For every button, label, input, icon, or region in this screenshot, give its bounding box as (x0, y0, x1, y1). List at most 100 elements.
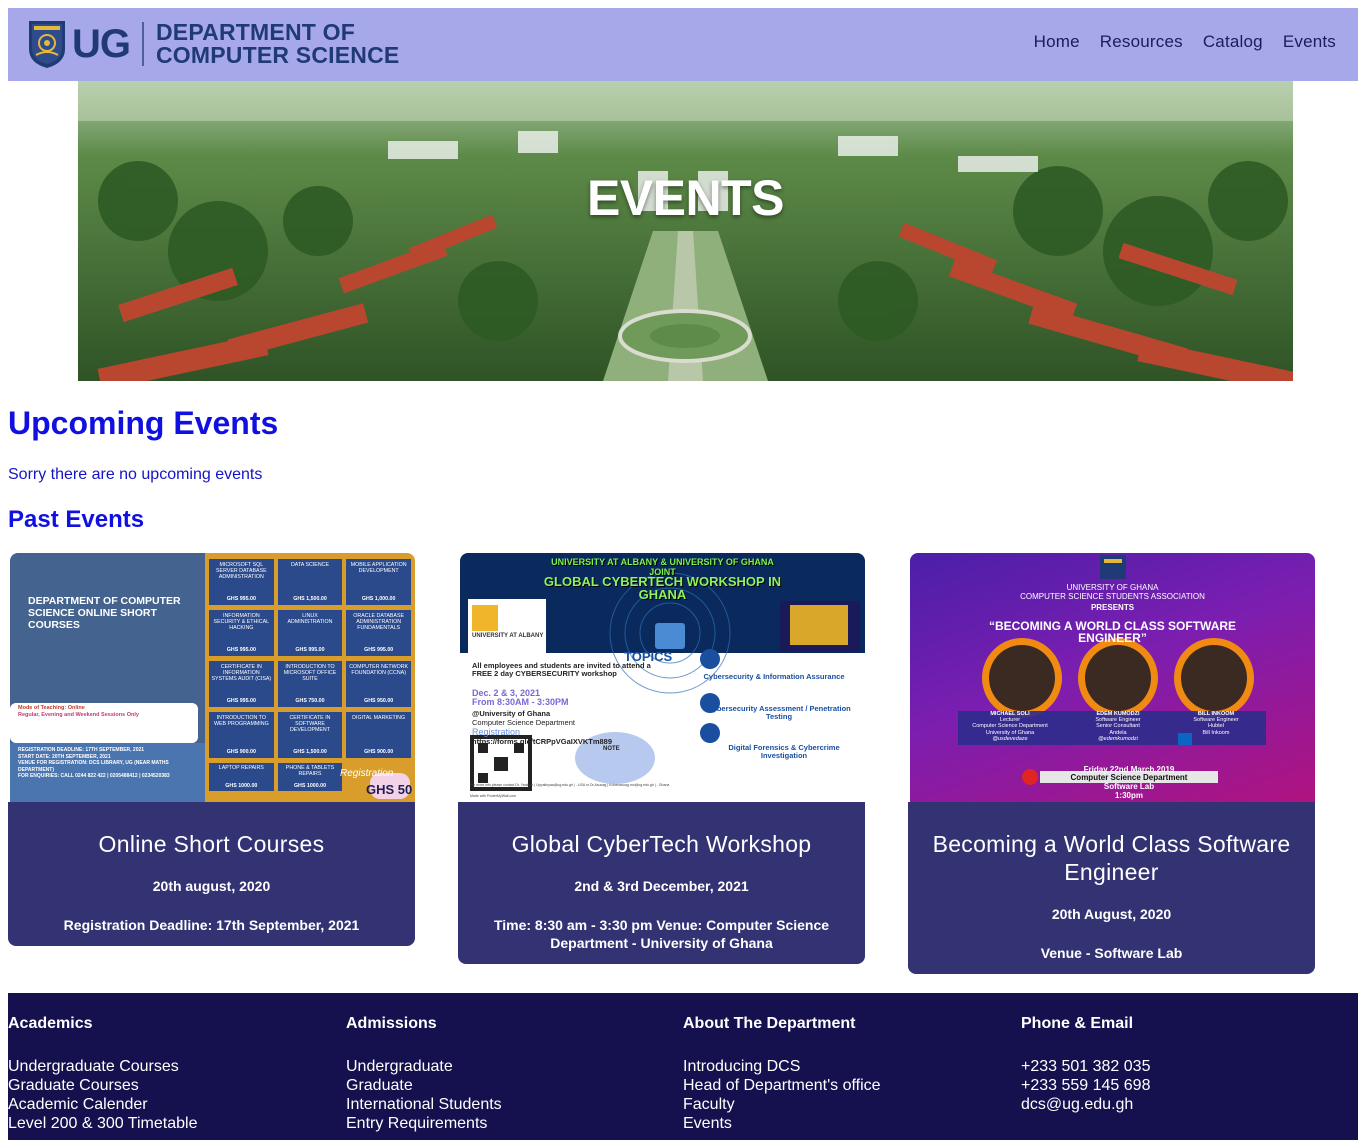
event-date: 20th august, 2020 (152, 878, 271, 894)
event-card-online-short-courses[interactable]: DEPARTMENT OF COMPUTER SCIENCE ONLINE SH… (8, 553, 415, 946)
footer-column-contact: Phone & Email +233 501 382 035 +233 559 … (1021, 1015, 1351, 1114)
poster-registration-link: https://forms.gle/tCRPpVGaIXVKTm889 (472, 737, 613, 746)
footer-link[interactable]: Level 200 & 300 Timetable (8, 1114, 338, 1133)
course-tile: ORACLE DATABASE ADMINISTRATION FUNDAMENT… (346, 610, 411, 656)
course-tile: MOBILE APPLICATION DEVELOPMENT GHS 1,000.… (346, 559, 411, 605)
speaker-card: EDEM KUMODZI Software Engineer Senior Co… (1095, 711, 1141, 742)
footer-column-academics: Academics Undergraduate Courses Graduate… (8, 1015, 338, 1133)
footer-link[interactable]: Entry Requirements (346, 1114, 676, 1133)
site-footer: Academics Undergraduate Courses Graduate… (8, 993, 1358, 1140)
event-detail: Registration Deadline: 17th September, 2… (63, 917, 360, 933)
course-tile: DATA SCIENCE GHS 1,500.00 (277, 559, 343, 605)
no-events-message: Sorry there are no upcoming events (8, 466, 263, 483)
poster-note: NOTE (603, 746, 620, 752)
ug-wordmark: UG (72, 21, 131, 66)
event-title: Becoming a World Class Software Engineer (932, 831, 1291, 885)
dept-name-line1: DEPARTMENT OF (156, 19, 355, 45)
poster-venue: Computer Science Department Software Lab… (1070, 773, 1188, 800)
footer-email[interactable]: dcs@ug.edu.gh (1021, 1095, 1351, 1114)
campus-aerial-image (78, 81, 1293, 381)
footer-column-admissions: Admissions Undergraduate Graduate Intern… (346, 1015, 676, 1133)
footer-link[interactable]: Introducing DCS (683, 1057, 1013, 1076)
footer-link[interactable]: Undergraduate Courses (8, 1057, 338, 1076)
footer-phone-1[interactable]: +233 501 382 035 (1021, 1057, 1351, 1076)
event-card-body: Becoming a World Class Software Engineer… (908, 802, 1315, 974)
footer-link[interactable]: Graduate Courses (8, 1076, 338, 1095)
course-tile: DIGITAL MARKETING GHS 900.00 (346, 712, 411, 758)
course-tile: CERTIFICATE IN INFORMATION SYSTEMS AUDIT… (209, 661, 274, 707)
event-title: Online Short Courses (98, 831, 325, 857)
event-detail: Venue - Software Lab (1040, 945, 1183, 961)
course-tile: MICROSOFT SQL SERVER DATABASE ADMINISTRA… (209, 559, 274, 605)
speaker-card: BILL INKOOM Software Engineer Hubtel Bil… (1193, 711, 1239, 736)
event-date: 2nd & 3rd December, 2021 (574, 878, 749, 894)
poster-made-with: Made with PosterMyWall.com (470, 794, 516, 798)
poster-banner3: GLOBAL CYBERTECH WORKSHOP IN GHANA (543, 574, 782, 602)
poster-topic1: Cybersecurity & Information Assurance (703, 672, 845, 681)
ug-crest-icon (29, 21, 65, 68)
logo-divider (142, 22, 144, 66)
footer-column-about: About The Department Introducing DCS Hea… (683, 1015, 1013, 1133)
footer-phone-2[interactable]: +233 559 145 698 (1021, 1076, 1351, 1095)
poster-topic2: Cybersecurity Assessment / Penetration T… (707, 704, 851, 721)
event-date: 20th August, 2020 (1051, 906, 1172, 922)
footer-link[interactable]: Events (683, 1114, 1013, 1133)
footer-link[interactable]: International Students (346, 1095, 676, 1114)
poster-registration-fee: GHS 50 (366, 782, 413, 797)
event-card-world-class-software-engineer[interactable]: UNIVERSITY OF GHANA COMPUTER SCIENCE STU… (908, 553, 1315, 974)
nav-resources[interactable]: Resources (1100, 32, 1183, 52)
event-poster-world-class-engineer: UNIVERSITY OF GHANA COMPUTER SCIENCE STU… (910, 553, 1315, 802)
event-title: Global CyberTech Workshop (511, 831, 812, 857)
speaker-card: MICHAEL SOLI Lecturer Computer Science D… (972, 711, 1048, 742)
poster-dates: Dec. 2 & 3, 2021 From 8:30AM - 3:30PM (472, 688, 569, 707)
event-detail: Time: 8:30 am - 3:30 pm Venue: Computer … (493, 917, 830, 951)
poster-topic3: Digital Forensics & Cybercrime Investiga… (728, 743, 840, 760)
footer-link[interactable]: Academic Calender (8, 1095, 338, 1114)
course-tile: INFORMATION SECURITY & ETHICAL HACKING GH… (209, 610, 274, 656)
footer-heading: Academics (8, 1015, 93, 1032)
poster-registration-info: REGISTRATION DEADLINE: 17TH SEPTEMBER, 2… (18, 747, 170, 779)
poster-registration-label: Registration (472, 727, 521, 737)
dept-name-line2: COMPUTER SCIENCE (156, 42, 400, 68)
course-tile: COMPUTER NETWORK FOUNDATION (CCNA) GHS 95… (346, 661, 411, 707)
event-poster-online-short-courses: DEPARTMENT OF COMPUTER SCIENCE ONLINE SH… (10, 553, 415, 802)
course-tile: INTRODUCTION TO WEB PROGRAMMING GHS 900.0… (209, 712, 274, 758)
site-header: UG DEPARTMENT OF COMPUTER SCIENCE Home R… (8, 8, 1358, 81)
poster-heading: DEPARTMENT OF COMPUTER SCIENCE ONLINE SH… (28, 595, 181, 631)
course-tile: LINUX ADMINISTRATION GHS 995.00 (277, 610, 343, 656)
course-tiles: MICROSOFT SQL SERVER DATABASE ADMINISTRA… (209, 559, 411, 791)
footer-heading: About The Department (683, 1015, 856, 1032)
course-tile: PHONE & TABLETS REPAIRS GHS 1000.00 (277, 763, 343, 791)
upcoming-events-heading: Upcoming Events (8, 405, 279, 441)
event-card-body: Online Short Courses 20th august, 2020 R… (8, 802, 415, 946)
poster-presents: PRESENTS (1090, 603, 1135, 612)
poster-invite: All employees and students are invited t… (472, 661, 651, 678)
footer-link[interactable]: Head of Department's office (683, 1076, 1013, 1095)
poster-albany: UNIVERSITY AT ALBANY (472, 633, 544, 639)
course-tile: LAPTOP REPAIRS GHS 1000.00 (209, 763, 274, 791)
poster-registration-script: Registration (340, 768, 394, 779)
nav-catalog[interactable]: Catalog (1203, 32, 1263, 52)
footer-link[interactable]: Graduate (346, 1076, 676, 1095)
course-tile: INTRODUCTION TO MICROSOFT OFFICE SUITE GH… (277, 661, 343, 707)
hero-title: EVENTS (586, 170, 785, 226)
nav-events[interactable]: Events (1283, 32, 1336, 52)
past-events-heading: Past Events (8, 506, 145, 533)
footer-heading: Phone & Email (1021, 1015, 1134, 1032)
event-card-global-cybertech-workshop[interactable]: UNIVERSITY AT ALBANY & UNIVERSITY OF GHA… (458, 553, 865, 964)
poster-org: UNIVERSITY OF GHANA COMPUTER SCIENCE STU… (1020, 583, 1205, 601)
poster-banner1: UNIVERSITY AT ALBANY & UNIVERSITY OF GHA… (551, 557, 774, 567)
event-poster-global-cybertech: UNIVERSITY AT ALBANY & UNIVERSITY OF GHA… (460, 553, 865, 802)
main-nav: Home Resources Catalog Events (1034, 32, 1336, 52)
poster-mode: Mode of Teaching: Online Regular, Evenin… (18, 705, 139, 718)
footer-link[interactable]: Undergraduate (346, 1057, 676, 1076)
nav-home[interactable]: Home (1034, 32, 1080, 52)
footer-link[interactable]: Faculty (683, 1095, 1013, 1114)
site-logo[interactable]: UG DEPARTMENT OF COMPUTER SCIENCE (26, 18, 399, 70)
poster-venue: @University of Ghana Computer Science De… (472, 709, 575, 727)
event-card-body: Global CyberTech Workshop 2nd & 3rd Dece… (458, 802, 865, 964)
poster-headline: “BECOMING A WORLD CLASS SOFTWARE ENGINEE… (988, 619, 1237, 645)
course-tile: CERTIFICATE IN SOFTWARE DEVELOPMENT GHS 1… (277, 712, 343, 758)
footer-heading: Admissions (346, 1015, 437, 1032)
dept-name: DEPARTMENT OF COMPUTER SCIENCE (156, 21, 399, 67)
